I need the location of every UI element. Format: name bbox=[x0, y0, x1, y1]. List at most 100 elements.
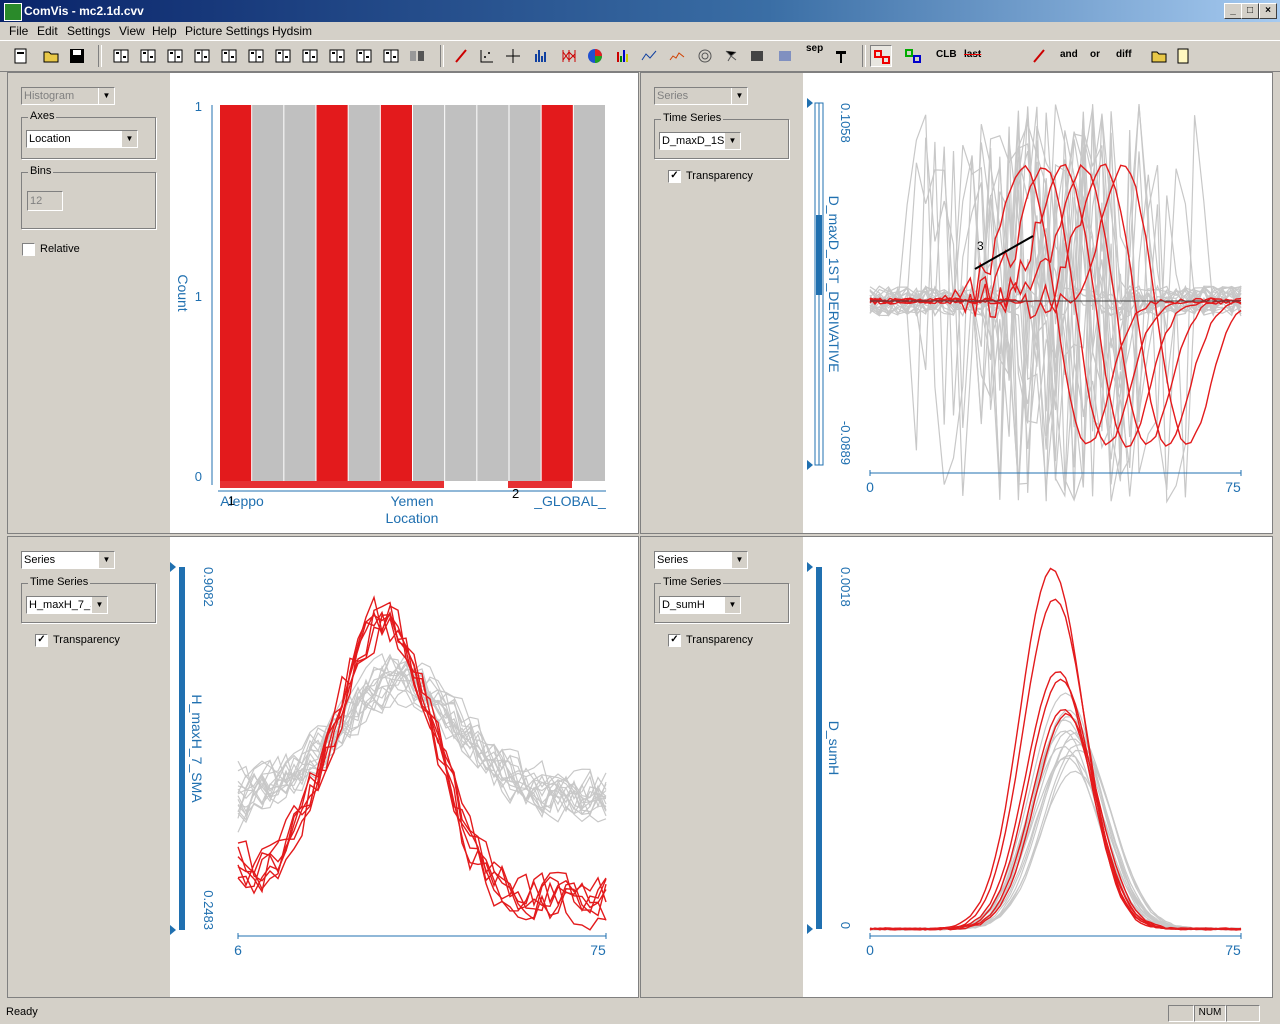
minimize-button[interactable]: _ bbox=[1224, 3, 1242, 19]
chevron-down-icon[interactable]: ▼ bbox=[724, 597, 740, 613]
timeseries-select[interactable]: D_sumH ▼ bbox=[659, 596, 741, 614]
menu-edit[interactable]: Edit bbox=[37, 24, 58, 38]
view-type-value: Series bbox=[24, 554, 56, 566]
menu-bar: File Edit Settings View Help Picture Set… bbox=[0, 22, 1280, 40]
parallel-coordinates-icon[interactable] bbox=[558, 45, 580, 67]
layout-8-icon-cell bbox=[305, 52, 308, 54]
timeseries-icon[interactable] bbox=[666, 45, 688, 67]
histogram-plot[interactable]: 1 1 0 Count Aleppo Yemen _GLOBAL_ Locati… bbox=[170, 73, 638, 533]
transparency-checkbox[interactable]: ✓ bbox=[35, 634, 48, 647]
axis-handle-top bbox=[170, 562, 176, 572]
link-selection-icon[interactable] bbox=[902, 45, 924, 67]
relative-checkbox[interactable] bbox=[22, 243, 35, 256]
derivative-plot[interactable]: 3 0 75 0.1058 -0.0889 D_maxD_1ST_DERIVATIVE bbox=[803, 73, 1272, 533]
menu-view[interactable]: View bbox=[119, 24, 145, 38]
dual-view-icon[interactable] bbox=[406, 45, 428, 67]
layout-8-icon[interactable] bbox=[299, 45, 321, 67]
scatterplot-icon[interactable] bbox=[476, 45, 498, 67]
maximize-button[interactable]: □ bbox=[1241, 3, 1259, 19]
save-disk-icon[interactable] bbox=[66, 45, 88, 67]
dsum-plot[interactable]: 0 75 0.0018 0 D_sumH bbox=[803, 537, 1272, 997]
layout-11-icon[interactable] bbox=[380, 45, 402, 67]
layout-10-icon[interactable] bbox=[353, 45, 375, 67]
view-type-select[interactable]: Histogram ▼ bbox=[21, 87, 115, 105]
derivative-chart[interactable]: 3 0 75 0.1058 -0.0889 D_maxD_1ST_DERIVATIVE bbox=[803, 73, 1272, 533]
line-graph-icon[interactable] bbox=[638, 45, 660, 67]
layout-6-icon-cell bbox=[251, 52, 254, 54]
layout-2-icon-cell bbox=[143, 52, 146, 54]
dsum-chart[interactable]: 0 75 0.0018 0 D_sumH bbox=[803, 537, 1272, 997]
hmax-chart[interactable]: 6 75 0.9082 0.2483 H_maxH_7_SMA bbox=[170, 537, 638, 997]
menu-help[interactable]: Help bbox=[152, 24, 177, 38]
clb-button[interactable]: CLB bbox=[936, 49, 957, 60]
chevron-down-icon[interactable]: ▼ bbox=[121, 131, 137, 147]
pie-chart-icon[interactable] bbox=[584, 45, 606, 67]
multi-histogram-icon[interactable] bbox=[612, 45, 634, 67]
open-folder-icon[interactable] bbox=[40, 45, 62, 67]
layout-6-icon[interactable] bbox=[245, 45, 267, 67]
pen-icon[interactable] bbox=[1028, 45, 1050, 67]
y-tick-mid: 1 bbox=[195, 289, 202, 304]
chevron-down-icon[interactable]: ▼ bbox=[724, 133, 740, 149]
menu-settings[interactable]: Settings bbox=[67, 24, 110, 38]
menu-file[interactable]: File bbox=[9, 24, 28, 38]
brush-stroke bbox=[455, 49, 467, 63]
folder-open-icon[interactable] bbox=[1148, 45, 1170, 67]
x-tick-max: 75 bbox=[590, 942, 606, 958]
view-type-select[interactable]: Series ▼ bbox=[654, 87, 748, 105]
background-series-line bbox=[869, 743, 1242, 931]
sep-button[interactable]: sep bbox=[806, 43, 823, 54]
fg bbox=[779, 51, 791, 61]
background-series-line bbox=[869, 729, 1242, 931]
layout-3-icon[interactable] bbox=[164, 45, 186, 67]
timeseries-select[interactable]: H_maxH_7_S ▼ bbox=[26, 596, 108, 614]
chevron-down-icon[interactable]: ▼ bbox=[731, 552, 747, 568]
axes-cross-icon[interactable] bbox=[502, 45, 524, 67]
layout-11-icon-cell bbox=[386, 52, 389, 54]
spiral-icon[interactable] bbox=[694, 45, 716, 67]
layout-1-icon[interactable] bbox=[110, 45, 132, 67]
layout-5-icon[interactable] bbox=[218, 45, 240, 67]
brush-icon[interactable] bbox=[450, 45, 472, 67]
view-type-select[interactable]: Series ▼ bbox=[654, 551, 748, 569]
selection-mode-icon[interactable] bbox=[870, 45, 892, 67]
histogram-icon[interactable] bbox=[530, 45, 552, 67]
chevron-down-icon[interactable]: ▼ bbox=[731, 88, 747, 104]
histogram-chart[interactable]: 1 1 0 Count Aleppo Yemen _GLOBAL_ Locati… bbox=[170, 73, 638, 533]
function-graph-icon[interactable] bbox=[774, 45, 796, 67]
or-button[interactable]: or bbox=[1090, 49, 1100, 60]
bins-input[interactable]: 12 bbox=[27, 191, 63, 211]
hmax-plot[interactable]: 6 75 0.9082 0.2483 H_maxH_7_SMA bbox=[170, 537, 638, 997]
histogram-bar bbox=[445, 105, 477, 481]
layout-4-icon[interactable] bbox=[191, 45, 213, 67]
transparency-checkbox[interactable]: ✓ bbox=[668, 170, 681, 183]
timeseries-select[interactable]: D_maxD_1S ▼ bbox=[659, 132, 741, 150]
layout-2-icon[interactable] bbox=[137, 45, 159, 67]
hammer-icon[interactable] bbox=[830, 45, 852, 67]
view-type-value: Histogram bbox=[24, 90, 75, 102]
pen bbox=[1033, 49, 1045, 63]
new-file-icon[interactable] bbox=[10, 45, 32, 67]
menu-picture-settings[interactable]: Picture Settings bbox=[185, 24, 269, 38]
surface-icon[interactable] bbox=[746, 45, 768, 67]
axes-label: Axes bbox=[28, 110, 57, 122]
annotation-3: 3 bbox=[977, 239, 984, 253]
layout-9-icon[interactable] bbox=[326, 45, 348, 67]
diff-button[interactable]: diff bbox=[1116, 49, 1132, 60]
network-icon[interactable] bbox=[720, 45, 742, 67]
chevron-down-icon[interactable]: ▼ bbox=[98, 552, 114, 568]
layout-7-icon[interactable] bbox=[272, 45, 294, 67]
dsum-pane: Series ▼ Time Series D_sumH ▼ ✓ Transparen… bbox=[640, 536, 1273, 998]
chevron-down-icon[interactable]: ▼ bbox=[98, 88, 114, 104]
timeseries-label: Time Series bbox=[661, 576, 724, 588]
menu-hydsim[interactable]: Hydsim bbox=[272, 24, 312, 38]
transparency-checkbox[interactable]: ✓ bbox=[668, 634, 681, 647]
last-button[interactable]: last bbox=[964, 49, 981, 60]
chevron-down-icon[interactable]: ▼ bbox=[91, 597, 107, 613]
comvis-app-icon[interactable] bbox=[4, 3, 22, 21]
axes-select[interactable]: Location ▼ bbox=[26, 130, 138, 148]
notes-icon[interactable] bbox=[1172, 45, 1194, 67]
and-button[interactable]: and bbox=[1060, 49, 1078, 60]
view-type-select[interactable]: Series ▼ bbox=[21, 551, 115, 569]
close-button[interactable]: × bbox=[1259, 3, 1277, 19]
